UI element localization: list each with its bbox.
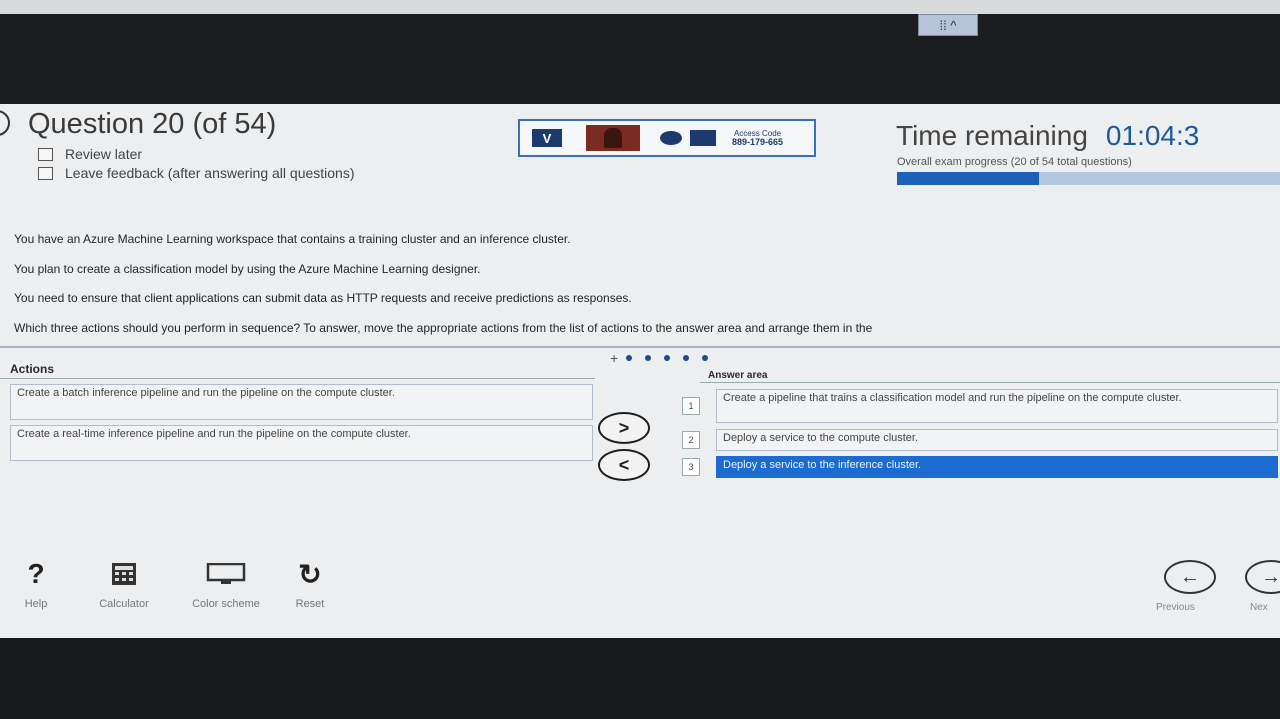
webcam-preview [586, 125, 640, 151]
question-paragraph: You need to ensure that client applicati… [14, 291, 632, 305]
keyboard-icon[interactable] [690, 130, 716, 146]
dot-icon [664, 355, 671, 361]
splitter[interactable] [0, 346, 1280, 348]
dot-icon [626, 355, 633, 361]
move-left-button[interactable]: < [598, 449, 650, 481]
question-title: Question 20 (of 54) [28, 108, 277, 140]
move-cursor-icon: + [610, 350, 619, 366]
actions-divider [0, 378, 595, 379]
checkbox-icon[interactable] [38, 166, 53, 180]
access-code-block: Access Code 889-179-665 [732, 129, 783, 147]
answer-item[interactable]: Create a pipeline that trains a classifi… [716, 389, 1278, 423]
reset-button[interactable]: ↻ Reset [270, 558, 350, 610]
answer-number: 3 [682, 458, 700, 476]
progress-bar [897, 172, 1280, 185]
help-label: Help [24, 598, 48, 610]
leave-feedback-checkbox[interactable]: Leave feedback (after answering all ques… [38, 165, 355, 181]
question-paragraph: You have an Azure Machine Learning works… [14, 232, 571, 246]
reset-label: Reset [295, 598, 325, 610]
action-item[interactable]: Create a real-time inference pipeline an… [10, 425, 593, 461]
time-remaining-value: 01:04:3 [1105, 120, 1200, 151]
access-code-value: 889-179-665 [732, 137, 784, 147]
calculator-button[interactable]: Calculator [84, 559, 164, 610]
dot-icon [683, 355, 690, 361]
checkbox-icon[interactable] [38, 147, 53, 161]
exam-screen: Question 20 (of 54) Review later Leave f… [0, 104, 1280, 638]
help-button[interactable]: ? Help [0, 558, 76, 610]
arrow-right-icon: → [1261, 565, 1280, 588]
time-remaining-label: Time remaining [896, 120, 1088, 151]
arrow-left-icon: ← [1180, 565, 1200, 588]
dot-icon [645, 355, 652, 361]
exam-header: Question 20 (of 54) Review later Leave f… [0, 104, 1280, 190]
color-scheme-label: Color scheme [192, 598, 260, 610]
browser-top-bar [0, 0, 1280, 14]
answer-number: 1 [682, 397, 700, 415]
move-right-button[interactable]: > [598, 412, 650, 444]
progress-bar-fill [897, 172, 1039, 185]
color-scheme-button[interactable]: Color scheme [186, 559, 266, 610]
time-remaining: Time remaining 01:04:3 [896, 120, 1199, 152]
question-paragraph: You plan to create a classification mode… [14, 261, 481, 276]
answer-area-heading: Answer area [708, 370, 768, 381]
previous-label: Previous [1156, 602, 1195, 613]
review-later-label: Review later [65, 146, 143, 162]
answer-number: 2 [682, 431, 700, 449]
calculator-icon [84, 559, 164, 589]
leave-feedback-label: Leave feedback (after answering all ques… [65, 165, 355, 181]
monitor-bezel [0, 638, 1280, 719]
next-button[interactable]: → [1245, 560, 1280, 594]
monitor-icon [186, 559, 266, 589]
progress-text: Overall exam progress (20 of 54 total qu… [897, 156, 1132, 168]
answer-item[interactable]: Deploy a service to the compute cluster. [716, 429, 1278, 451]
help-icon: ? [27, 558, 45, 589]
next-label: Nex [1250, 602, 1268, 613]
question-body: You have an Azure Machine Learning works… [14, 232, 1274, 350]
proctor-widget: V Access Code 889-179-665 [518, 119, 816, 157]
menu-circle-icon[interactable] [0, 110, 10, 136]
splitter-handle[interactable]: + [610, 350, 721, 366]
calculator-label: Calculator [99, 598, 149, 610]
dot-icon [702, 355, 709, 361]
review-later-checkbox[interactable]: Review later [38, 146, 142, 162]
reset-icon: ↻ [298, 558, 322, 590]
previous-button[interactable]: ← [1164, 560, 1216, 594]
action-item[interactable]: Create a batch inference pipeline and ru… [10, 384, 593, 420]
vue-logo-icon: V [532, 129, 562, 147]
actions-heading: Actions [10, 362, 55, 376]
answer-item-selected[interactable]: Deploy a service to the inference cluste… [716, 456, 1278, 478]
toolbar-handle[interactable]: ⁞⁞ ^ [918, 14, 978, 36]
question-paragraph: Which three actions should you perform i… [14, 320, 873, 335]
chat-icon[interactable] [660, 131, 682, 145]
answer-divider [700, 382, 1280, 383]
